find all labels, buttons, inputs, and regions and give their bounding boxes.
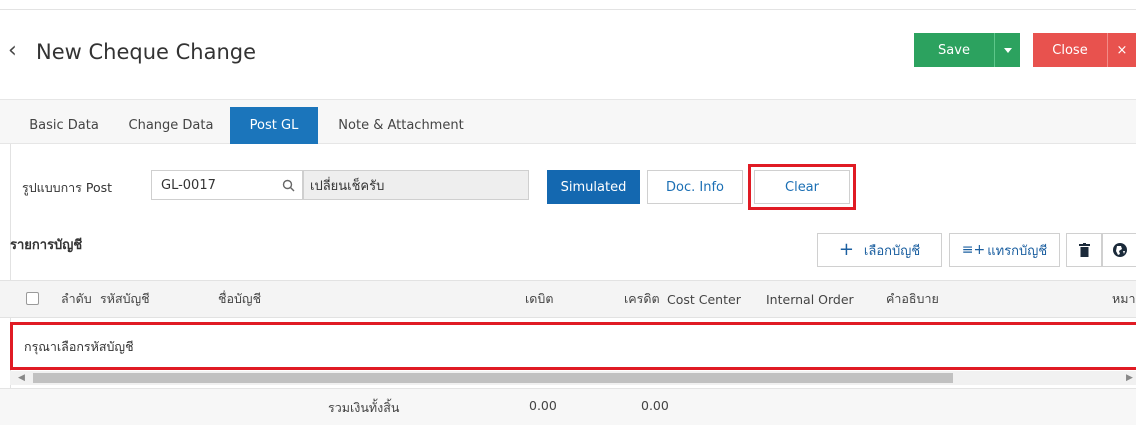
doc-info-button[interactable]: Doc. Info [647,170,743,204]
trash-icon [1078,243,1090,257]
column-header[interactable]: Internal Order [766,280,854,318]
empty-row-highlight [10,322,1136,370]
insert-account-label: แทรกบัญชี [987,243,1048,259]
select-account-label: เลือกบัญชี [863,243,921,259]
page-title: New Cheque Change [36,40,257,64]
close-button[interactable]: Close [1033,33,1107,67]
column-header[interactable]: เดบิต [525,280,553,318]
select-account-button[interactable]: + เลือกบัญชี [817,233,942,267]
top-divider [0,9,1136,10]
post-description-field: เปลี่ยนเช็ครับ [303,170,529,200]
scrollbar-thumb[interactable] [33,373,953,383]
insert-account-button[interactable]: ≡+ แทรกบัญชี [949,233,1060,267]
column-header[interactable]: รหัสบัญชี [100,280,150,318]
chevron-left-icon[interactable]: ‹ [8,36,17,66]
post-format-label: รูปแบบการ Post [22,180,113,195]
accounts-section-title: รายการบัญชี [10,238,83,253]
insert-rows-icon: ≡+ [961,242,986,258]
total-label: รวมเงินทั้งสิ้น [328,400,400,415]
column-header[interactable]: ชื่อบัญชี [218,280,261,318]
simulated-button[interactable]: Simulated [547,170,640,204]
scroll-right-icon[interactable]: ▶ [1126,371,1133,385]
column-header[interactable]: หมา [1112,280,1136,318]
plus-icon: + [838,239,854,260]
select-all-checkbox[interactable] [26,292,39,305]
globe-button[interactable] [1102,233,1136,267]
tab-change-data[interactable]: Change Data [117,107,225,144]
post-code-field[interactable]: GL-0017 [151,170,303,200]
post-code-value: GL-0017 [161,177,216,193]
column-header[interactable]: Cost Center [667,280,741,318]
column-header[interactable]: เครดิต [624,280,660,318]
empty-message: กรุณาเลือกรหัสบัญชี [24,339,134,354]
total-credit: 0.00 [641,398,669,413]
column-header[interactable]: คำอธิบาย [886,280,939,318]
delete-button[interactable] [1066,233,1102,267]
tab-basic-data[interactable]: Basic Data [15,107,113,144]
search-icon[interactable] [282,178,296,197]
tab-post-gl[interactable]: Post GL [230,107,318,144]
grid-header [0,280,1136,318]
total-debit: 0.00 [529,398,557,413]
column-header[interactable]: ลำดับ [61,280,92,318]
save-options-button[interactable] [994,33,1020,67]
save-button[interactable]: Save [914,33,994,67]
clear-button[interactable]: Clear [754,170,850,204]
close-icon[interactable]: × [1107,33,1136,67]
total-row [0,388,1136,425]
scroll-left-icon[interactable]: ◀ [18,371,25,385]
post-description-value: เปลี่ยนเช็ครับ [310,178,385,194]
caret-down-icon [1003,47,1012,53]
tab-note-attachment[interactable]: Note & Attachment [325,107,477,144]
globe-icon [1112,243,1127,257]
